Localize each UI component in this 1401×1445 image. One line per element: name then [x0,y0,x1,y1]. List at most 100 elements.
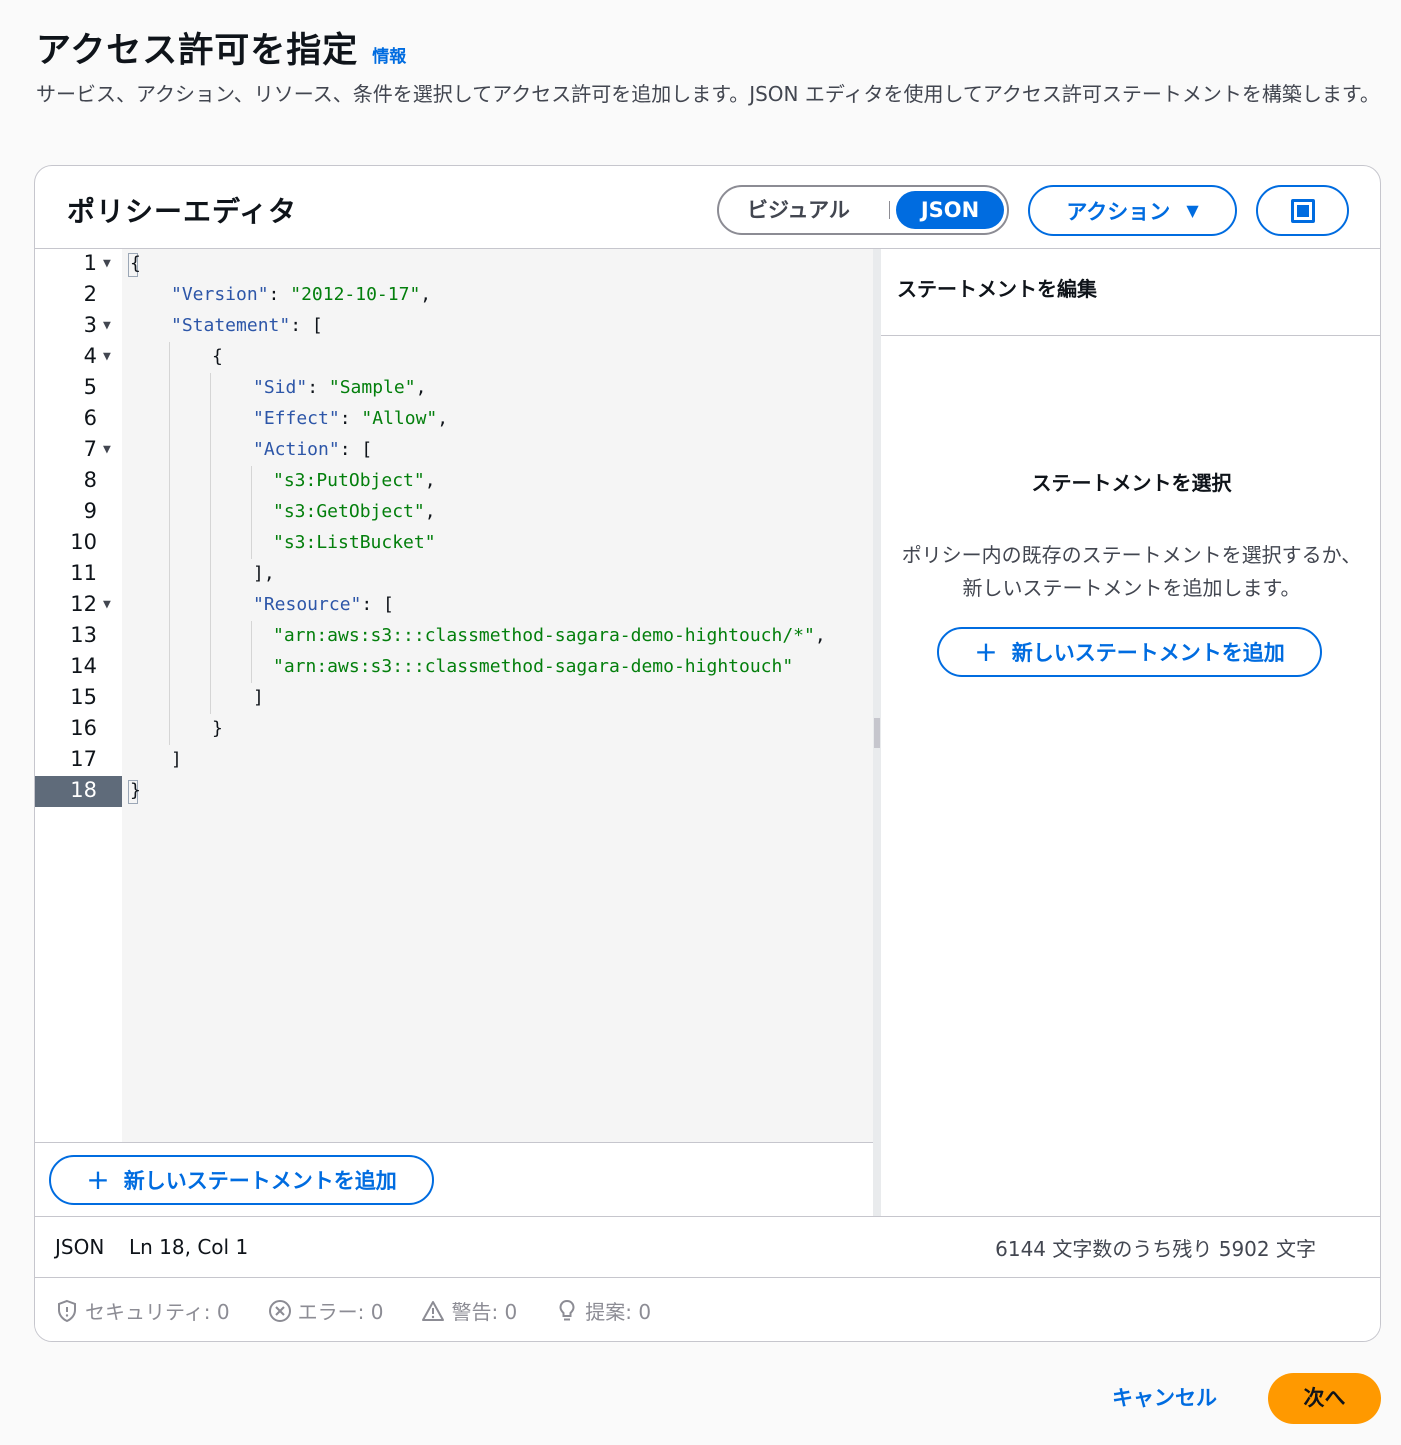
add-statement-label: 新しいステートメントを追加 [123,1169,397,1193]
fullscreen-button[interactable] [1256,185,1349,236]
caret-down-icon: ▼ [1186,201,1199,220]
line-number: 6 [83,406,97,430]
code-line: 4 ▼ { [35,342,873,373]
cursor-position: Ln 18, Col 1 [129,1235,249,1259]
editor-title: ポリシーエディタ [67,195,298,228]
side-panel-header: ステートメントを編集 [881,249,1380,336]
shield-alert-icon [58,1299,76,1322]
code-line: 15 ] [35,683,873,714]
status-mode: JSON [55,1235,105,1259]
json-string: "arn:aws:s3:::classmethod-sagara-demo-hi… [273,656,794,677]
line-number: 7 [83,437,97,461]
json-string: "s3:ListBucket" [273,532,436,553]
fold-arrow-icon[interactable]: ▼ [103,349,111,364]
cancel-button[interactable]: キャンセル [1112,1382,1217,1412]
editor-left-footer: + 新しいステートメントを追加 [35,1142,873,1216]
line-number: 1 [83,251,97,275]
json-string: "arn:aws:s3:::classmethod-sagara-demo-hi… [273,625,815,646]
line-number: 9 [83,499,97,523]
code-line: 1 ▼ { [35,249,873,280]
code-line: 2 "Version": "2012-10-17", [35,280,873,311]
errors-count: エラー: 0 [297,1300,384,1324]
suggestions-count: 提案: 0 [585,1300,652,1324]
page-description: サービス、アクション、リソース、条件を選択してアクセス許可を追加します。JSON… [36,82,1380,106]
json-key: "Statement" [171,315,291,336]
code-line-active: 18 } [35,776,873,807]
code-line: 14 "arn:aws:s3:::classmethod-sagara-demo… [35,652,873,683]
add-statement-button-side[interactable]: + 新しいステートメントを追加 [937,627,1322,677]
code-line: 3 ▼ "Statement": [ [35,311,873,342]
json-key: "Action" [253,439,340,460]
next-button[interactable]: 次へ [1268,1373,1381,1424]
line-number: 16 [70,716,97,740]
editor-mode-toggle: ビジュアル JSON [717,185,1009,235]
warning-triangle-icon [422,1300,445,1321]
empty-state-title: ステートメントを選択 [1031,471,1232,495]
code-line: 6 "Effect": "Allow", [35,404,873,435]
security-count: セキュリティ: 0 [85,1300,230,1324]
suggestions-tab[interactable]: 提案: 0 [555,1296,651,1325]
json-code-editor[interactable]: 1 ▼ { 2 "Version": "2012-10-17", 3 ▼ "St… [35,249,873,1142]
json-string: "s3:PutObject" [273,470,425,491]
line-number: 13 [70,623,97,647]
lightbulb-icon [559,1299,575,1320]
code-line: 11 ], [35,559,873,590]
line-number: 11 [70,561,97,585]
mode-divider [889,201,890,219]
plus-icon: + [974,635,998,668]
fold-arrow-icon[interactable]: ▼ [103,318,111,333]
fold-arrow-icon[interactable]: ▼ [103,256,111,271]
mode-visual-button[interactable]: ビジュアル [747,187,850,233]
splitter-handle[interactable] [874,718,880,748]
security-tab[interactable]: セキュリティ: 0 [55,1296,230,1325]
json-string: "2012-10-17" [290,284,421,305]
line-number: 3 [83,313,97,337]
code-line: 9 "s3:GetObject", [35,497,873,528]
line-number: 18 [70,778,97,802]
empty-state-description: ポリシー内の既存のステートメントを選択するか、新しいステートメントを追加します。 [901,543,1362,600]
json-key: "Resource" [253,594,362,615]
errors-tab[interactable]: エラー: 0 [268,1296,384,1325]
line-number: 15 [70,685,97,709]
warnings-count: 警告: 0 [451,1300,518,1324]
error-circle-icon [268,1299,291,1322]
actions-label: アクション [1066,199,1171,224]
fold-arrow-icon[interactable]: ▼ [103,597,111,612]
actions-dropdown-button[interactable]: アクション ▼ [1028,185,1237,236]
json-string: "s3:GetObject" [273,501,425,522]
char-count: 6144 文字数のうち残り 5902 文字 [995,1237,1316,1261]
line-number: 4 [83,344,97,368]
code-line: 12 ▼ "Resource": [ [35,590,873,621]
code-line: 13 "arn:aws:s3:::classmethod-sagara-demo… [35,621,873,652]
policy-editor-card: ポリシーエディタ ビジュアル JSON アクション ▼ 1 ▼ { 2 "Ver… [34,165,1381,1342]
code-line: 10 "s3:ListBucket" [35,528,873,559]
add-statement-label: 新しいステートメントを追加 [1011,641,1285,665]
line-number: 14 [70,654,97,678]
line-number: 8 [83,468,97,492]
editor-status-bar: JSON Ln 18, Col 1 6144 文字数のうち残り 5902 文字 [35,1216,1380,1278]
validation-summary: セキュリティ: 0 エラー: 0 警告: 0 提案: 0 [35,1278,1380,1341]
json-string: "Sample" [328,377,416,398]
code-line: 5 "Sid": "Sample", [35,373,873,404]
json-key: "Effect" [253,408,340,429]
page-title: アクセス許可を指定 [36,31,359,71]
fullscreen-icon [1290,198,1315,223]
fold-arrow-icon[interactable]: ▼ [103,442,111,457]
code-line: 8 "s3:PutObject", [35,466,873,497]
code-line: 17 ] [35,745,873,776]
add-statement-button[interactable]: + 新しいステートメントを追加 [49,1155,434,1205]
mode-json-button[interactable]: JSON [896,191,1004,229]
line-number: 17 [70,747,97,771]
json-key: "Sid" [253,377,308,398]
info-link[interactable]: 情報 [372,42,406,67]
warnings-tab[interactable]: 警告: 0 [421,1296,517,1325]
plus-icon: + [86,1163,110,1196]
page-header: アクセス許可を指定 情報 [36,22,406,73]
json-key: "Version" [171,284,269,305]
line-number: 2 [83,282,97,306]
editor-header: ポリシーエディタ ビジュアル JSON アクション ▼ [35,166,1380,249]
statement-side-panel: ステートメントを編集 ステートメントを選択 ポリシー内の既存のステートメントを選… [881,249,1380,1216]
code-line: 7 ▼ "Action": [ [35,435,873,466]
code-line: 16 } [35,714,873,745]
line-number: 10 [70,530,97,554]
